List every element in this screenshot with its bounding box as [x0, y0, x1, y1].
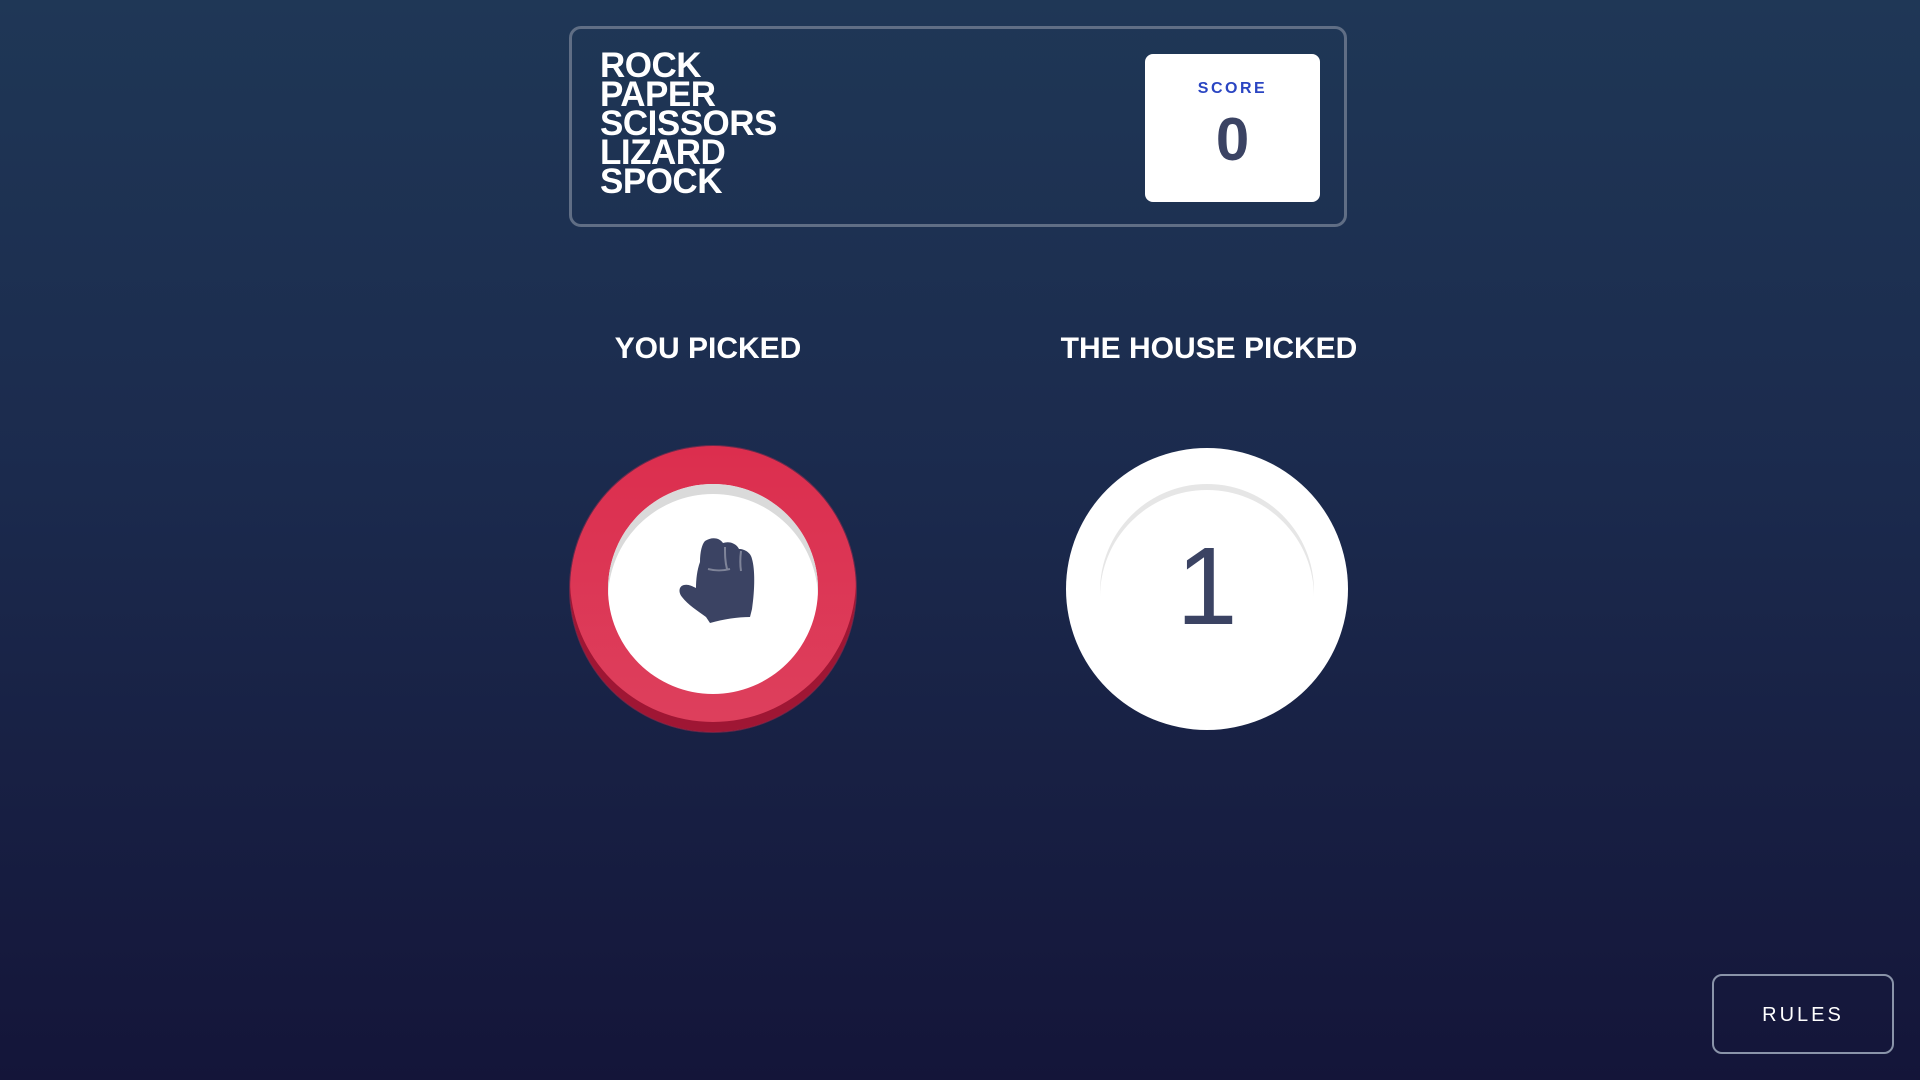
house-pick-heading: THE HOUSE PICKED [1060, 332, 1358, 365]
game-header: ROCK PAPER SCISSORS LIZARD SPOCK SCORE 0 [569, 26, 1347, 227]
score-value: 0 [1215, 106, 1250, 173]
player-pick-heading: YOU PICKED [614, 332, 802, 365]
score-label: SCORE [1197, 80, 1268, 97]
rock-fist-icon [679, 538, 755, 623]
title-line-spock: SPOCK [600, 162, 722, 201]
house-countdown: 1 [1176, 525, 1238, 648]
game-title: ROCK PAPER SCISSORS LIZARD SPOCK [600, 48, 777, 201]
player-rock-chip [570, 446, 856, 732]
rules-button[interactable]: RULES [1712, 974, 1894, 1054]
house-pick-chip: 1 [1066, 448, 1348, 730]
score-box: SCORE 0 [1145, 54, 1320, 202]
player-rock-chip-face [608, 484, 818, 694]
